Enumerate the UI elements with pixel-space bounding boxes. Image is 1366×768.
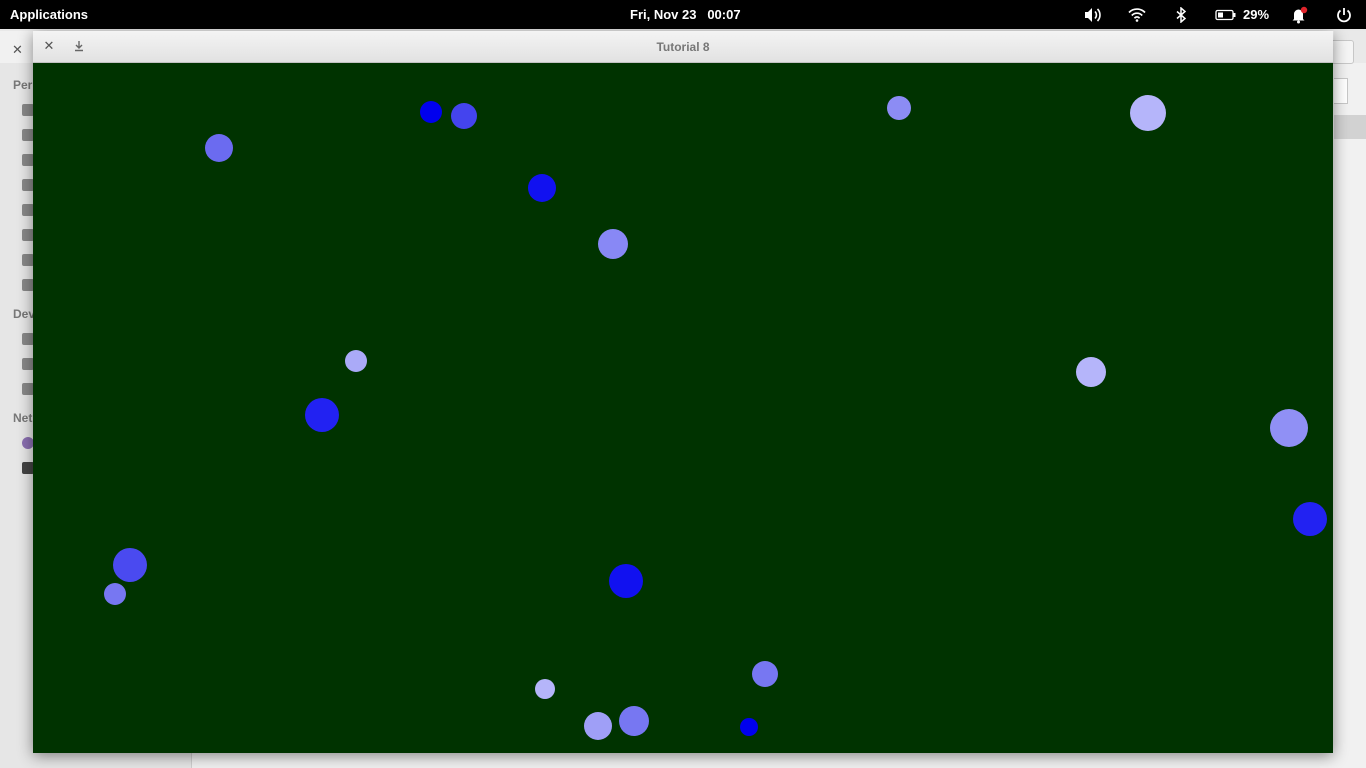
power-icon[interactable] [1336, 5, 1352, 24]
wifi-icon[interactable] [1128, 5, 1146, 24]
date: Fri, Nov 23 [630, 7, 697, 22]
ball [1270, 409, 1308, 447]
ball [451, 103, 477, 129]
ball [420, 101, 442, 123]
ball [740, 718, 758, 736]
ball [887, 96, 911, 120]
ball [528, 174, 556, 202]
ball [752, 661, 778, 687]
title-bar[interactable]: ✕ Tutorial 8 [33, 31, 1333, 63]
ball [345, 350, 367, 372]
bluetooth-icon[interactable] [1175, 5, 1187, 24]
time: 00:07 [707, 7, 741, 22]
ball [619, 706, 649, 736]
background-close-icon[interactable]: ✕ [12, 42, 23, 58]
refresh-icon[interactable] [1330, 40, 1354, 64]
sidebar-heading: Per [13, 78, 33, 92]
applications-menu[interactable]: Applications [10, 7, 88, 22]
window-title: Tutorial 8 [656, 40, 710, 54]
ball [535, 679, 555, 699]
volume-icon[interactable] [1083, 5, 1103, 24]
top-panel: Applications Fri, Nov 23 00:07 29% [0, 0, 1366, 29]
background-search-field[interactable] [1334, 78, 1348, 104]
ball [113, 548, 147, 582]
ball-layer [104, 95, 1327, 740]
ball [305, 398, 339, 432]
tutorial-window: ✕ Tutorial 8 [33, 31, 1333, 753]
ball [205, 134, 233, 162]
sidebar-heading: Dev [13, 307, 36, 321]
notification-icon[interactable] [1290, 5, 1308, 24]
ball [1293, 502, 1327, 536]
sidebar-heading: Net [13, 411, 33, 425]
battery-percent: 29% [1243, 7, 1270, 22]
clock[interactable]: Fri, Nov 23 00:07 [630, 7, 741, 22]
ball [584, 712, 612, 740]
ball [104, 583, 126, 605]
battery-icon[interactable] [1215, 5, 1237, 24]
ball [598, 229, 628, 259]
ball [1076, 357, 1106, 387]
game-canvas[interactable] [33, 63, 1333, 753]
ball [609, 564, 643, 598]
history-icon[interactable] [1334, 115, 1366, 139]
ball [1130, 95, 1166, 131]
